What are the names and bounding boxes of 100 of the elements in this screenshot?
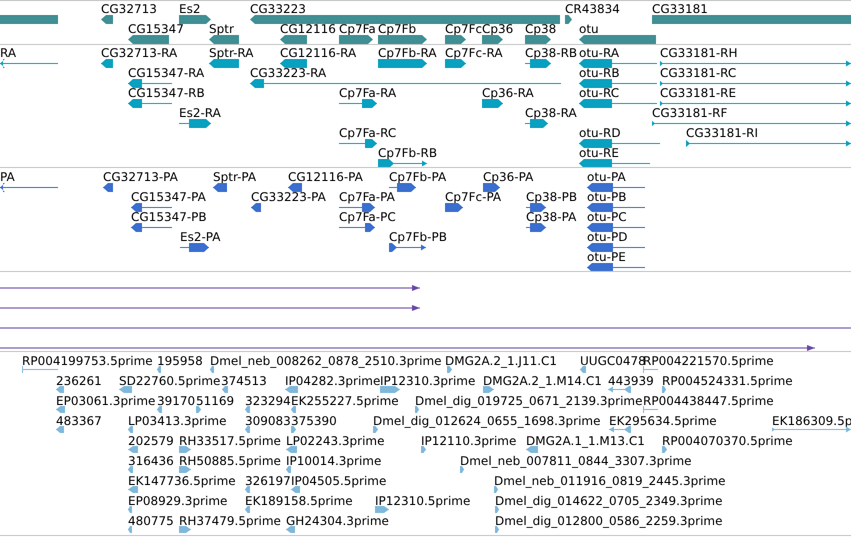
- feature-label: CG33223: [250, 2, 306, 16]
- feature-label: 483367: [56, 414, 102, 428]
- feature-label: Sptr-RA: [209, 46, 254, 60]
- feature-label: CG33181-RC: [660, 66, 736, 80]
- feature-label: otu-RC: [579, 86, 620, 100]
- feature-label: EK147736.5prime: [128, 474, 236, 488]
- feature-label: CG33181-RH: [660, 46, 738, 60]
- feature-label: 51169: [196, 394, 234, 408]
- feature-label: DMG2A.1_1.M13.C1: [526, 434, 645, 448]
- feature-label: DMG2A.2_1.J11.C1: [445, 354, 558, 368]
- feature-label: CG33223-RA: [250, 66, 326, 80]
- feature-label: Cp36-RA: [482, 86, 534, 100]
- feature-label: Cp38: [525, 22, 556, 36]
- feature-label: RH37479.5prime: [179, 514, 281, 528]
- feature-label: RP004199753.5prime: [22, 354, 153, 368]
- feature-label: Cp38-RA: [525, 106, 577, 120]
- feature-label: Cp36-PA: [483, 170, 534, 184]
- feature-label: CG33181: [652, 2, 708, 16]
- feature-label: Cp36: [482, 22, 514, 36]
- feature-label: CG33223-PA: [251, 190, 326, 204]
- feature-label: 39170: [157, 394, 196, 408]
- feature-label: Dmel_neb_011916_0819_2445.3prime: [494, 474, 726, 488]
- feature-label: CG15347-RA: [128, 66, 204, 80]
- feature-label: RP004070370.5prime: [662, 434, 793, 448]
- feature-label: 236261: [56, 374, 102, 388]
- feature-label: EP03061.3prime: [56, 394, 156, 408]
- feature-label: Cp7Fa: [339, 22, 376, 36]
- feature-label: CG32713-RA: [101, 46, 178, 60]
- feature-label: IP04505.5prime: [291, 474, 386, 488]
- feature-label: 375390: [291, 414, 337, 428]
- feature-label: Es2: [179, 2, 200, 16]
- feature-label: EK189158.5prime: [245, 494, 353, 508]
- feature-label: IP10014.3prime: [286, 454, 382, 468]
- feature-label: IP12310.3prime: [380, 374, 476, 388]
- feature-label: Cp7Fa-RA: [339, 86, 396, 100]
- feature-label: CG12116: [280, 22, 336, 36]
- feature-label: 195958: [157, 354, 203, 368]
- feature-label: CG12116-PA: [288, 170, 363, 184]
- feature-label: 480775: [128, 514, 174, 528]
- feature-label: otu-RD: [579, 126, 621, 140]
- feature-label: IP12310.5prime: [375, 494, 470, 508]
- feature-label: otu-RA: [579, 46, 620, 60]
- feature-label: Cp7Fc-RA: [445, 46, 503, 60]
- feature-label: DMG2A.2_1.M14.C1: [483, 374, 602, 388]
- feature-label: CG15347-PB: [131, 210, 207, 224]
- feature-label: RP004221570.5prime: [643, 354, 774, 368]
- feature-label: UUGC0478: [580, 354, 646, 368]
- feature-label: 202579: [128, 434, 174, 448]
- feature-label: Cp7Fc: [445, 22, 482, 36]
- feature-label: Cp7Fb-RB: [378, 146, 438, 160]
- feature-label: RA: [0, 46, 16, 60]
- feature-label: 374513: [221, 374, 267, 388]
- feature-label: CG33181-RI: [686, 126, 758, 140]
- feature-label: Cp7Fb-PB: [389, 230, 447, 244]
- feature-label: LP02243.3prime: [286, 434, 385, 448]
- feature-label: PA: [0, 170, 15, 184]
- feature-label: CG12116-RA: [280, 46, 356, 60]
- feature-label: otu-PC: [587, 210, 627, 224]
- feature-label: Dmel_dig_014622_0705_2349.3prime: [495, 494, 723, 508]
- feature-label: Sptr: [209, 22, 234, 36]
- feature-label: RH50885.5prime: [179, 454, 281, 468]
- feature-label: EK255227.5prime: [291, 394, 399, 408]
- feature-label: 443939: [608, 374, 654, 388]
- feature-label: LP03413.3prime: [128, 414, 227, 428]
- feature-label: Es2-RA: [179, 106, 221, 120]
- feature-label: Cp7Fb: [378, 22, 416, 36]
- feature-label: EK295634.5prime: [609, 414, 717, 428]
- feature-label: 323294: [245, 394, 291, 408]
- feature-label: Cp38-PB: [526, 190, 578, 204]
- feature-label: otu-PE: [587, 250, 626, 264]
- feature-label: Cp7Fb-RA: [378, 46, 437, 60]
- feature-label: CG15347: [128, 22, 184, 36]
- feature-label: IP04282.3prime: [285, 374, 380, 388]
- feature-label: GH24304.3prime: [286, 514, 389, 528]
- feature-label: IP12110.3prime: [421, 434, 516, 448]
- feature-label: CG32713: [101, 2, 157, 16]
- feature-label: Cp7Fb-PA: [389, 170, 446, 184]
- feature-label: Cp38-RB: [525, 46, 578, 60]
- feature-label: SD22760.5prime: [119, 374, 220, 388]
- feature-label: EP08929.3prime: [128, 494, 228, 508]
- feature-label: 309083: [245, 414, 291, 428]
- feature-label: RP004524331.5prime: [662, 374, 793, 388]
- feature-label: Cp7Fc-PA: [445, 190, 502, 204]
- feature-label: CR43834: [565, 2, 620, 16]
- feature-label: RH33517.5prime: [179, 434, 281, 448]
- feature-label: Dmel_neb_007811_0844_3307.3prime: [460, 454, 692, 468]
- feature-label: CG33181-RE: [660, 86, 736, 100]
- feature-label: CG32713-PA: [103, 170, 178, 184]
- feature-label: Dmel_dig_019725_0671_2139.3prime: [415, 394, 643, 408]
- feature-label: otu-RE: [579, 146, 619, 160]
- feature-label: Dmel_neb_008262_0878_2510.3prime: [210, 354, 442, 368]
- feature-label: Dmel_dig_012624_0655_1698.3prime: [373, 414, 601, 428]
- feature-label: 326197: [245, 474, 291, 488]
- feature-label: RP004438447.5prime: [643, 394, 774, 408]
- feature-label: otu-RB: [579, 66, 620, 80]
- feature-label: Dmel_dig_012800_0586_2259.3prime: [495, 514, 723, 528]
- feature-label: Es2-PA: [180, 230, 220, 244]
- feature-label: Cp7Fa-PA: [339, 190, 395, 204]
- feature-label: CG15347-RB: [128, 86, 205, 100]
- feature-label: otu: [579, 22, 599, 36]
